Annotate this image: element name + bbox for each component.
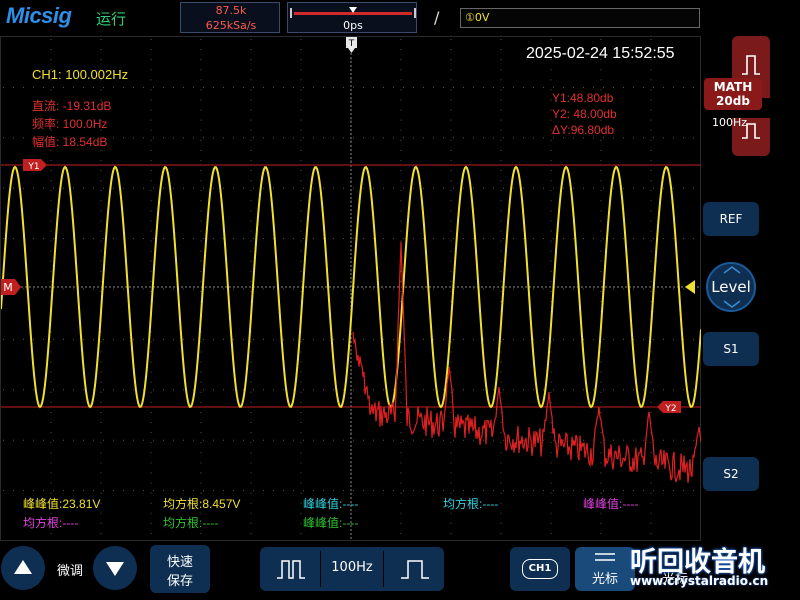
- trigger-position-icon: [349, 7, 357, 13]
- meas-ch1-rms[interactable]: 均方根:8.457V: [163, 495, 240, 512]
- fine-up-button[interactable]: [1, 546, 45, 590]
- fine-adjust-label: 微调: [56, 564, 83, 579]
- sample-rate: 625kSa/s: [205, 19, 257, 32]
- math-measure-amp: 幅值: 18.54dB: [32, 135, 108, 149]
- cursor-readout-delta: ΔY:96.80db: [552, 123, 615, 137]
- memory-depth: 87.5k: [215, 4, 247, 17]
- quick-save-line2: 保存: [166, 574, 193, 589]
- triangle-down-icon: [106, 562, 124, 576]
- math-label: MATH: [713, 80, 753, 94]
- freq-decrease-button[interactable]: [260, 547, 320, 591]
- level-knob[interactable]: Level: [706, 262, 756, 312]
- meas-ch4-pkpk[interactable]: 峰峰值:----: [303, 514, 358, 531]
- svg-text:Y2: Y2: [664, 404, 676, 414]
- meas-ch1-pkpk[interactable]: 峰峰值:23.81V: [23, 495, 100, 512]
- waveform-screen[interactable]: T M Y1 Y2 2025-02-24 15:52:55 CH1: 100.0…: [0, 36, 701, 541]
- time-offset: 0ps: [343, 19, 363, 32]
- cursor-label: 光标: [591, 572, 618, 587]
- math-scale: 20db: [716, 94, 750, 108]
- fine-down-button[interactable]: [93, 546, 137, 590]
- math-marker[interactable]: M: [1, 279, 21, 295]
- s2-button[interactable]: S2: [703, 457, 759, 491]
- run-status[interactable]: 运行: [96, 8, 126, 29]
- square-wave-icon: [742, 55, 760, 75]
- watermark-url: www.crystalradio.cn: [630, 574, 769, 588]
- timebase-bracket-left: [290, 8, 292, 18]
- svg-text:Y1: Y1: [27, 162, 39, 172]
- cursor-y2-tag[interactable]: Y2: [657, 401, 681, 414]
- square-wave-icon: [401, 560, 429, 579]
- cursor-readout-y2: Y2: 48.00db: [552, 107, 617, 121]
- meas-ch3-rms[interactable]: 均方根:----: [23, 514, 78, 531]
- svg-text:M: M: [3, 281, 13, 294]
- trigger-level-marker[interactable]: [685, 280, 695, 294]
- math-channel-badge[interactable]: MATH 20db: [704, 78, 762, 110]
- cursor-readout-y1: Y1:48.80db: [552, 91, 614, 105]
- cursor-y1-tag[interactable]: Y1: [23, 159, 47, 172]
- brand-logo: Micsig: [6, 3, 72, 28]
- trigger-level: ①0V: [465, 11, 490, 24]
- meas-ch3-pkpk[interactable]: 峰峰值:----: [583, 495, 638, 512]
- ch1-frequency: CH1: 100.002Hz: [32, 67, 129, 82]
- acquisition-box[interactable]: 87.5k 625kSa/s: [180, 2, 280, 33]
- meas-ch2-rms[interactable]: 均方根:----: [443, 495, 498, 512]
- meas-ch4-rms[interactable]: 均方根:----: [163, 514, 218, 531]
- ref-button[interactable]: REF: [703, 202, 759, 236]
- top-status-bar: Micsig 运行 87.5k 625kSa/s 0ps / ①0V: [0, 0, 800, 36]
- math-measure-freq: 频率: 100.0Hz: [32, 117, 108, 131]
- trigger-box[interactable]: ①0V: [460, 8, 700, 28]
- ch1-select-button[interactable]: CH1: [510, 547, 570, 591]
- pulse-wave-icon: [277, 560, 305, 579]
- quick-save-line1: 快速: [166, 555, 193, 570]
- s1-button[interactable]: S1: [703, 332, 759, 366]
- level-label: Level: [711, 278, 751, 296]
- quick-save-button[interactable]: 快速 保存: [150, 545, 210, 593]
- meas-ch2-pkpk[interactable]: 峰峰值:----: [303, 495, 358, 512]
- math-measure-dc: 直流: -19.31dB: [32, 99, 112, 113]
- chevron-up-icon: [723, 266, 741, 274]
- cursor-lines-icon: [595, 553, 615, 561]
- timebase-box[interactable]: 0ps: [287, 2, 417, 33]
- chevron-down-icon: [723, 300, 741, 308]
- trigger-marker[interactable]: T: [346, 37, 357, 53]
- math-channel-panel[interactable]: MATH 20db 100Hz: [704, 36, 798, 156]
- datetime: 2025-02-24 15:52:55: [526, 45, 675, 62]
- freq-increase-button[interactable]: [384, 547, 444, 591]
- math-frequency: 100Hz: [712, 116, 748, 129]
- svg-text:T: T: [348, 39, 355, 49]
- frequency-value: 100Hz: [331, 560, 373, 575]
- triangle-up-icon: [14, 560, 32, 574]
- frequency-control[interactable]: 100Hz: [260, 547, 444, 591]
- cursor-button[interactable]: 光标: [575, 547, 635, 591]
- ch1-label: CH1: [522, 559, 558, 579]
- trigger-slope-icon[interactable]: /: [434, 8, 439, 27]
- timebase-bracket-right: [414, 8, 416, 18]
